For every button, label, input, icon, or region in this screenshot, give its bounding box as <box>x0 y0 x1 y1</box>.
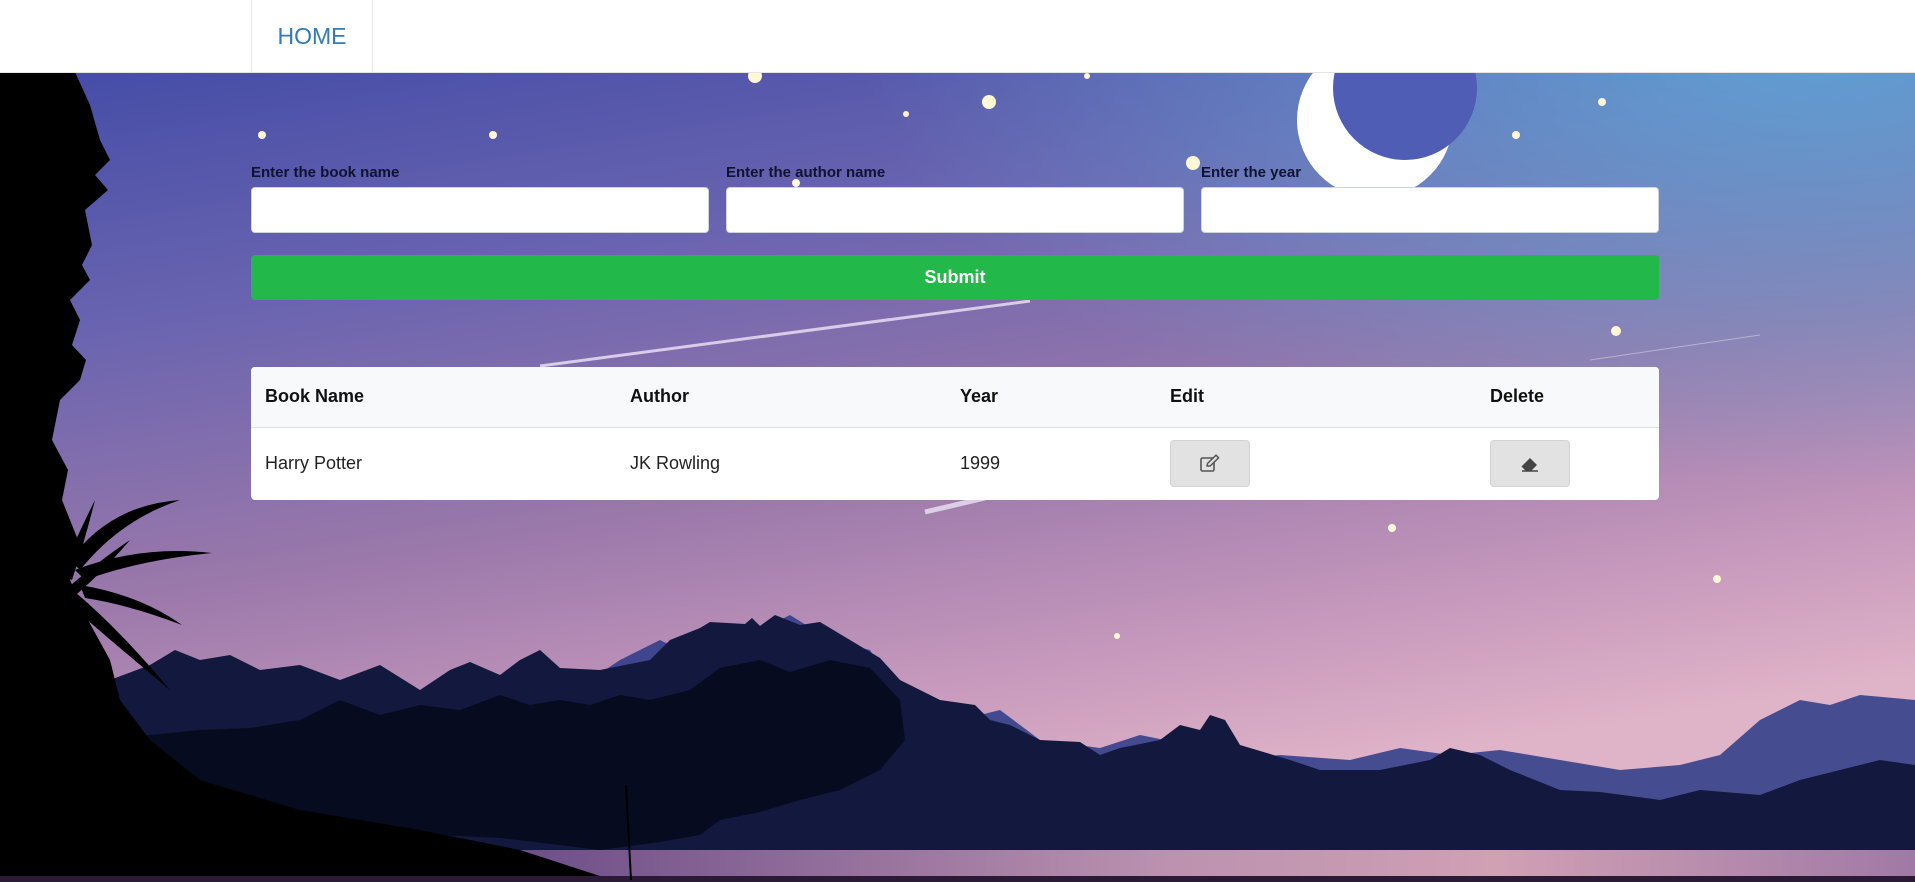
delete-button[interactable] <box>1490 440 1570 488</box>
column-header-author: Author <box>630 386 689 407</box>
year-input[interactable] <box>1201 187 1659 233</box>
books-table: Book Name Author Year Edit Delete Harry … <box>251 367 1659 500</box>
year-label: Enter the year <box>1201 164 1302 181</box>
eraser-icon <box>1521 457 1538 472</box>
cell-author: JK Rowling <box>630 453 721 474</box>
edit-button[interactable] <box>1170 440 1250 488</box>
book-name-input[interactable] <box>251 187 709 233</box>
author-name-input[interactable] <box>726 187 1184 233</box>
column-header-delete: Delete <box>1490 386 1545 407</box>
books-table-container: Book Name Author Year Edit Delete Harry … <box>251 367 1659 500</box>
cell-delete <box>1476 427 1659 500</box>
author-name-field-group: Enter the author name <box>726 164 1184 233</box>
column-header-edit: Edit <box>1170 386 1204 407</box>
home-nav-link[interactable]: HOME <box>251 0 373 72</box>
year-field-group: Enter the year <box>1201 164 1659 233</box>
book-name-field-group: Enter the book name <box>251 164 709 233</box>
table-header-row: Book Name Author Year Edit Delete <box>251 367 1659 427</box>
main-content: Enter the book name Enter the author nam… <box>0 0 1915 882</box>
top-navbar: HOME <box>0 0 1915 73</box>
author-name-label: Enter the author name <box>726 164 886 181</box>
cell-edit <box>1156 427 1476 500</box>
column-header-book-name: Book Name <box>265 386 365 407</box>
cell-book-name: Harry Potter <box>265 453 363 474</box>
cell-year: 1999 <box>960 453 1001 474</box>
edit-icon <box>1200 454 1220 472</box>
column-header-year: Year <box>960 386 999 407</box>
book-name-label: Enter the book name <box>251 164 400 181</box>
table-row: Harry Potter JK Rowling 1999 <box>251 427 1659 500</box>
submit-button[interactable]: Submit <box>251 255 1659 300</box>
